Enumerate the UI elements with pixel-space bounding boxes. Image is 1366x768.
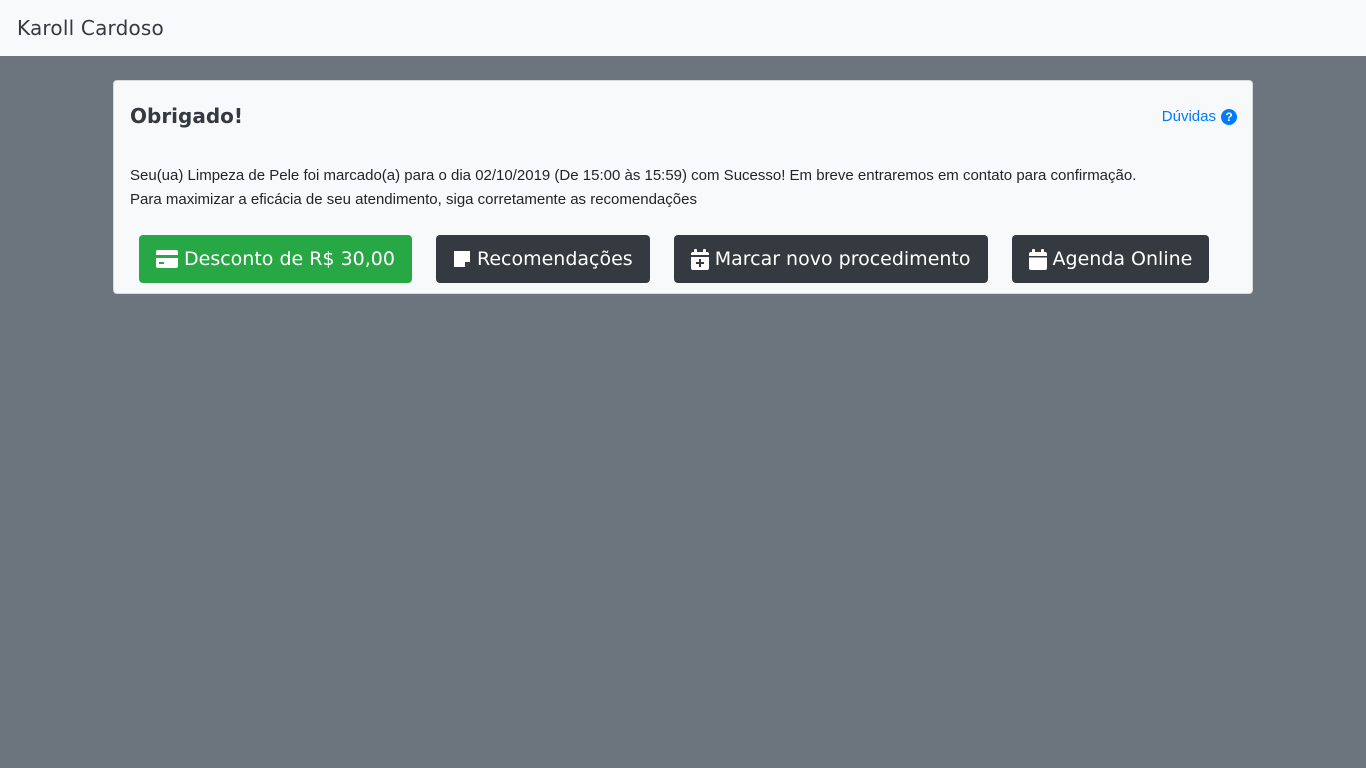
new-procedure-button-label: Marcar novo procedimento [714, 248, 971, 270]
confirmation-card: Obrigado! Dúvidas ? Seu(ua) Limpeza de P… [113, 80, 1253, 294]
confirmation-message: Seu(ua) Limpeza de Pele foi marcado(a) p… [130, 164, 1136, 212]
recommendations-button-label: Recomendações [476, 248, 633, 270]
top-navbar: Karoll Cardoso [0, 0, 1366, 56]
discount-button[interactable]: Desconto de R$ 30,00 [139, 235, 412, 283]
card-title: Obrigado! [130, 104, 244, 128]
online-schedule-button-label: Agenda Online [1052, 248, 1193, 270]
message-line-2: Para maximizar a eficácia de seu atendim… [130, 191, 697, 208]
question-circle-icon: ? [1221, 108, 1237, 125]
navbar-brand[interactable]: Karoll Cardoso [17, 16, 164, 40]
new-procedure-button[interactable]: Marcar novo procedimento [673, 235, 988, 283]
credit-card-icon [156, 250, 178, 268]
help-link[interactable]: Dúvidas ? [1162, 108, 1237, 125]
action-buttons: Desconto de R$ 30,00 Recomendações Marca… [139, 235, 1210, 283]
sticky-note-icon [453, 250, 471, 268]
help-link-label: Dúvidas [1161, 108, 1216, 125]
discount-button-label: Desconto de R$ 30,00 [184, 248, 395, 270]
message-line-1: Seu(ua) Limpeza de Pele foi marcado(a) p… [130, 167, 1137, 184]
online-schedule-button[interactable]: Agenda Online [1011, 235, 1210, 283]
recommendations-button[interactable]: Recomendações [435, 235, 650, 283]
calendar-icon [1028, 248, 1047, 270]
calendar-plus-icon [690, 248, 709, 270]
